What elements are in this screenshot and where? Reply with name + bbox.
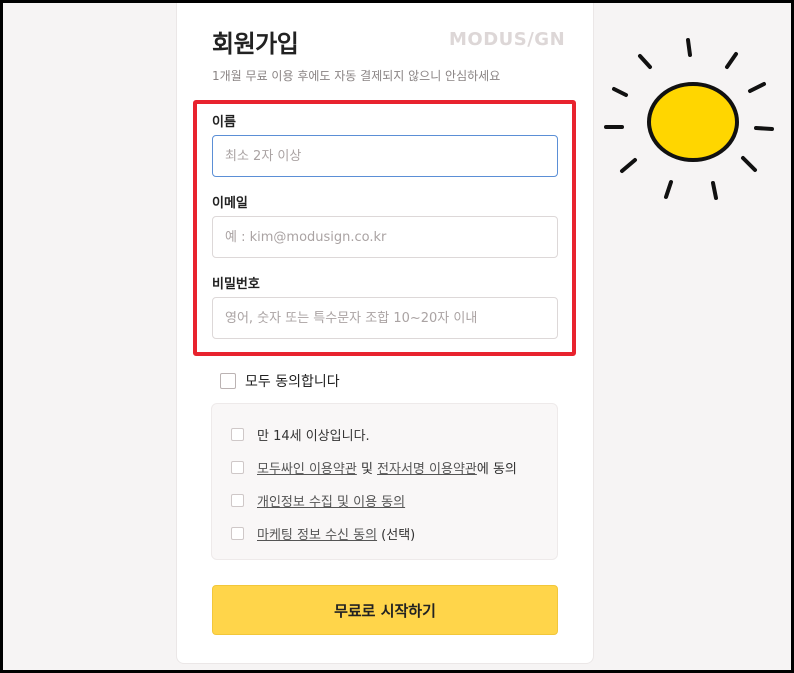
agree-all-checkbox[interactable] (220, 373, 236, 389)
service-terms-link[interactable]: 모두싸인 이용약관 (257, 458, 357, 477)
esign-terms-link[interactable]: 전자서명 이용약관 (377, 458, 477, 477)
password-label: 비밀번호 (212, 277, 260, 292)
page-subtitle: 1개월 무료 이용 후에도 자동 결제되지 않으니 안심하세요 (212, 69, 501, 83)
agree-all-row[interactable]: 모두 동의합니다 (220, 371, 340, 391)
term-service-tail: 에 동의 (476, 462, 517, 477)
email-label: 이메일 (212, 196, 248, 211)
term-age[interactable]: 만 14세 이상입니다. (231, 425, 370, 444)
term-marketing[interactable]: 마케팅 정보 수신 동의 (선택) (231, 524, 415, 543)
term-marketing-tail: (선택) (377, 528, 416, 543)
brand-logo: MODUS/GN (449, 29, 566, 50)
agree-all-label: 모두 동의합니다 (245, 374, 340, 390)
term-privacy[interactable]: 개인정보 수집 및 이용 동의 (231, 491, 405, 510)
name-label: 이름 (212, 115, 236, 130)
name-field[interactable] (212, 135, 558, 177)
password-field[interactable] (212, 297, 558, 339)
term-service-mid: 및 (356, 462, 378, 477)
start-free-button[interactable]: 무료로 시작하기 (212, 585, 558, 635)
marketing-terms-link[interactable]: 마케팅 정보 수신 동의 (257, 524, 377, 543)
page-title: 회원가입 (212, 30, 299, 58)
email-field[interactable] (212, 216, 558, 258)
privacy-terms-link[interactable]: 개인정보 수집 및 이용 동의 (257, 491, 405, 510)
term-service-checkbox[interactable] (231, 461, 244, 474)
term-age-label: 만 14세 이상입니다. (257, 429, 370, 444)
term-privacy-checkbox[interactable] (231, 494, 244, 507)
sun-icon (604, 38, 774, 200)
term-age-checkbox[interactable] (231, 428, 244, 441)
term-service[interactable]: 모두싸인 이용약관 및 전자서명 이용약관 에 동의 (231, 458, 517, 477)
term-marketing-checkbox[interactable] (231, 527, 244, 540)
